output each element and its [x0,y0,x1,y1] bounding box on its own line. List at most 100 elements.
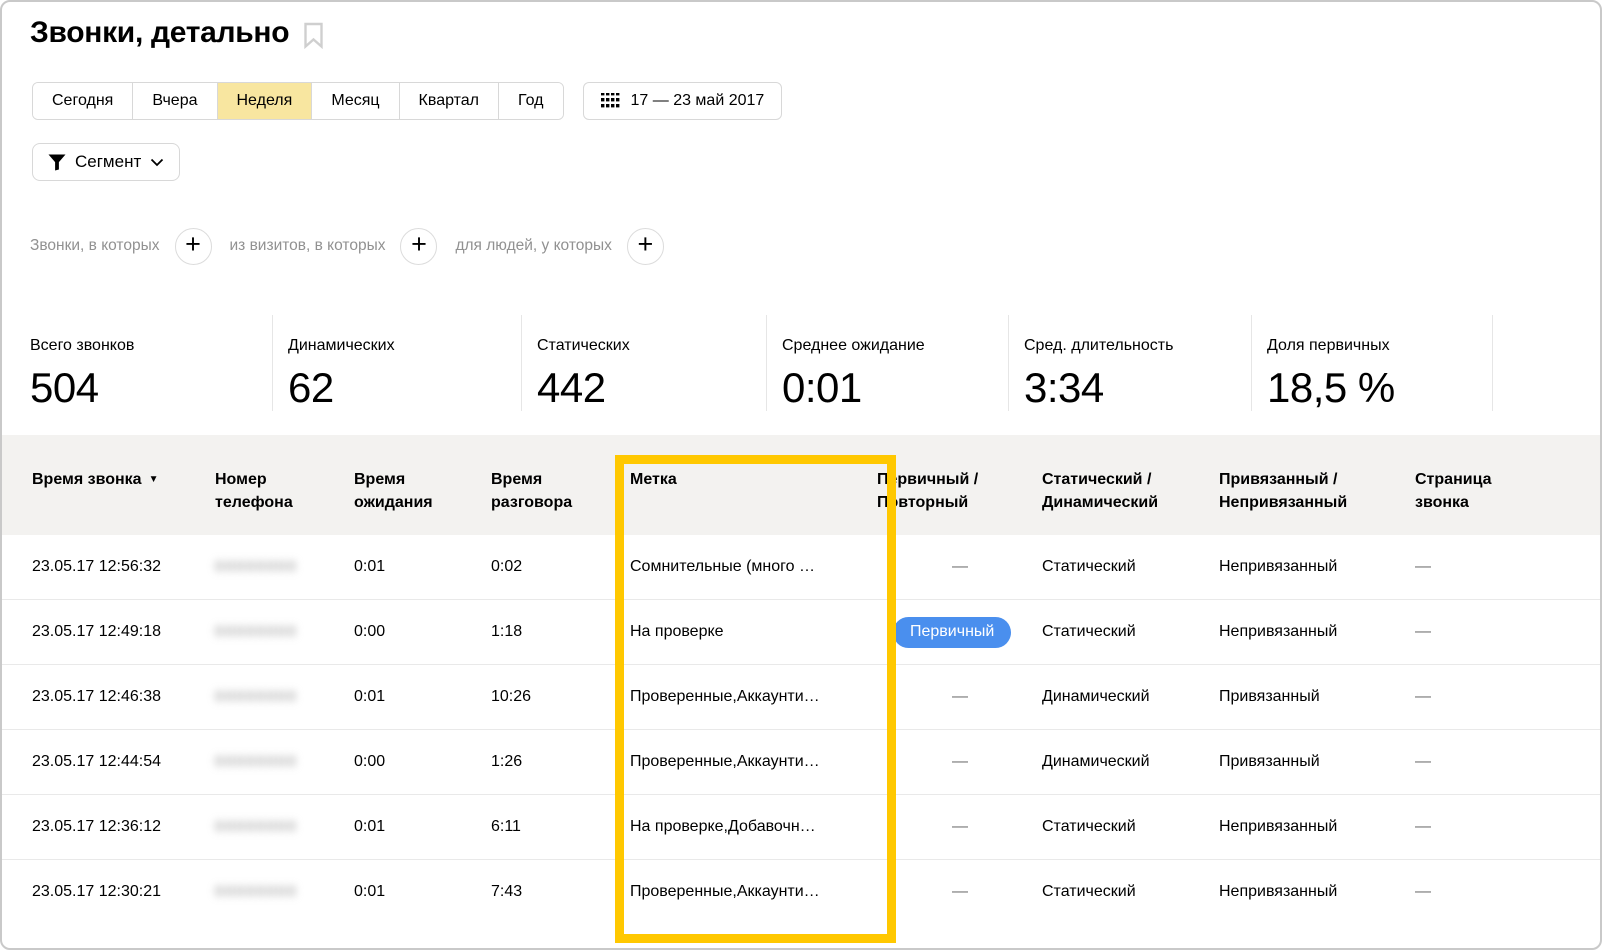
metric-dynamic: Динамических 62 [272,315,521,411]
call-time-cell: 23.05.17 12:36:12 [32,818,215,836]
phone-number-redacted: 00000000 [215,818,298,835]
phone-cell: 00000000 [215,753,354,771]
call-time-cell: 23.05.17 12:49:18 [32,623,215,641]
static-dynamic-cell: Статический [1042,558,1219,576]
column-header-bound-unbound[interactable]: Привязанный / Непривязанный [1219,435,1384,514]
wait-time-cell: 0:01 [354,558,491,576]
call-page-cell: — [1415,883,1600,901]
primary-cell: — [877,818,1042,836]
call-page-cell: — [1415,623,1600,641]
bound-cell: Привязанный [1219,753,1415,771]
metric-value: 62 [288,364,521,412]
metric-value: 442 [537,364,766,412]
date-range-label: 17 — 23 май 2017 [631,92,765,110]
period-tab-group: Сегодня Вчера Неделя Месяц Квартал Год [32,82,564,120]
segment-button[interactable]: Сегмент [32,143,180,181]
table-row[interactable]: 23.05.17 12:56:32000000000:010:02Сомните… [2,535,1600,599]
phone-cell: 00000000 [215,688,354,706]
metric-value: 18,5 % [1267,364,1492,412]
tab-year[interactable]: Год [499,83,562,119]
call-page-cell: — [1415,558,1600,576]
primary-badge: Первичный [893,617,1011,648]
tag-cell: На проверке,Добавочн… [630,818,877,836]
primary-cell: Первичный [877,617,1042,648]
table-row[interactable]: 23.05.17 12:30:21000000000:017:43Провере… [2,859,1600,924]
wait-time-cell: 0:01 [354,883,491,901]
call-page-cell: — [1415,753,1600,771]
phone-number-redacted: 00000000 [215,558,298,575]
empty-value-dash: — [893,753,1027,771]
calendar-dots-icon [601,93,620,110]
primary-cell: — [877,883,1042,901]
static-dynamic-cell: Статический [1042,818,1219,836]
talk-time-cell: 10:26 [491,688,630,706]
talk-time-cell: 6:11 [491,818,630,836]
metric-avg-wait: Среднее ожидание 0:01 [766,315,1008,411]
phone-cell: 00000000 [215,623,354,641]
date-range-button[interactable]: 17 — 23 май 2017 [583,82,783,120]
calls-table: Время звонка▼ Номер телефона Время ожида… [2,435,1600,924]
chevron-down-icon [150,158,164,167]
call-time-cell: 23.05.17 12:46:38 [32,688,215,706]
column-header-talk-time[interactable]: Время разговора [491,435,591,514]
empty-value-dash: — [1415,753,1600,771]
column-header-tag[interactable]: Метка [630,435,877,491]
talk-time-cell: 0:02 [491,558,630,576]
filter-calls-label: Звонки, в которых [30,237,160,255]
table-row[interactable]: 23.05.17 12:49:18000000000:001:18На пров… [2,599,1600,664]
empty-value-dash: — [893,688,1027,706]
tab-today[interactable]: Сегодня [33,83,133,119]
tag-cell: На проверке [630,623,877,641]
tab-quarter[interactable]: Квартал [400,83,499,119]
column-header-call-page[interactable]: Страница звонка [1415,435,1510,514]
wait-time-cell: 0:00 [354,753,491,771]
empty-value-dash: — [1415,883,1600,901]
add-call-filter-button[interactable]: + [175,228,212,265]
bound-cell: Непривязанный [1219,818,1415,836]
column-header-phone[interactable]: Номер телефона [215,435,310,514]
static-dynamic-cell: Динамический [1042,753,1219,771]
empty-value-dash: — [893,818,1027,836]
bound-cell: Непривязанный [1219,883,1415,901]
column-header-static-dynamic[interactable]: Статический / Динамический [1042,435,1187,514]
column-header-wait-time[interactable]: Время ожидания [354,435,449,514]
call-page-cell: — [1415,688,1600,706]
metric-primary-share: Доля первичных 18,5 % [1251,315,1492,411]
add-people-filter-button[interactable]: + [627,228,664,265]
table-row[interactable]: 23.05.17 12:44:54000000000:001:26Провере… [2,729,1600,794]
metric-value: 3:34 [1024,364,1251,412]
column-header-call-time[interactable]: Время звонка▼ [32,435,215,491]
talk-time-cell: 1:18 [491,623,630,641]
bound-cell: Непривязанный [1219,558,1415,576]
tab-week[interactable]: Неделя [218,83,313,119]
static-dynamic-cell: Динамический [1042,688,1219,706]
tag-cell: Проверенные,Аккаунти… [630,688,877,706]
add-visit-filter-button[interactable]: + [400,228,437,265]
phone-cell: 00000000 [215,818,354,836]
primary-cell: — [877,558,1042,576]
bookmark-icon[interactable] [303,22,324,49]
summary-metrics-row: Всего звонков 504 Динамических 62 Статич… [2,310,1600,410]
primary-cell: — [877,753,1042,771]
metric-avg-duration: Сред. длительность 3:34 [1008,315,1251,411]
tab-yesterday[interactable]: Вчера [133,83,217,119]
call-page-cell: — [1415,818,1600,836]
empty-value-dash: — [1415,818,1600,836]
metric-label: Всего звонков [30,337,272,355]
table-row[interactable]: 23.05.17 12:46:38000000000:0110:26Провер… [2,664,1600,729]
metric-static: Статических 442 [521,315,766,411]
wait-time-cell: 0:00 [354,623,491,641]
table-row[interactable]: 23.05.17 12:36:12000000000:016:11На пров… [2,794,1600,859]
column-header-primary-repeat[interactable]: Первичный / Повторный [877,435,1002,514]
phone-cell: 00000000 [215,558,354,576]
segment-button-label: Сегмент [75,152,141,172]
phone-number-redacted: 00000000 [215,753,298,770]
tag-cell: Проверенные,Аккаунти… [630,753,877,771]
tag-cell: Сомнительные (много … [630,558,877,576]
tag-cell: Проверенные,Аккаунти… [630,883,877,901]
metric-label: Сред. длительность [1024,337,1251,355]
metric-value: 0:01 [782,364,1008,412]
tab-month[interactable]: Месяц [312,83,399,119]
table-header-row: Время звонка▼ Номер телефона Время ожида… [2,435,1600,535]
table-body: 23.05.17 12:56:32000000000:010:02Сомните… [2,535,1600,924]
